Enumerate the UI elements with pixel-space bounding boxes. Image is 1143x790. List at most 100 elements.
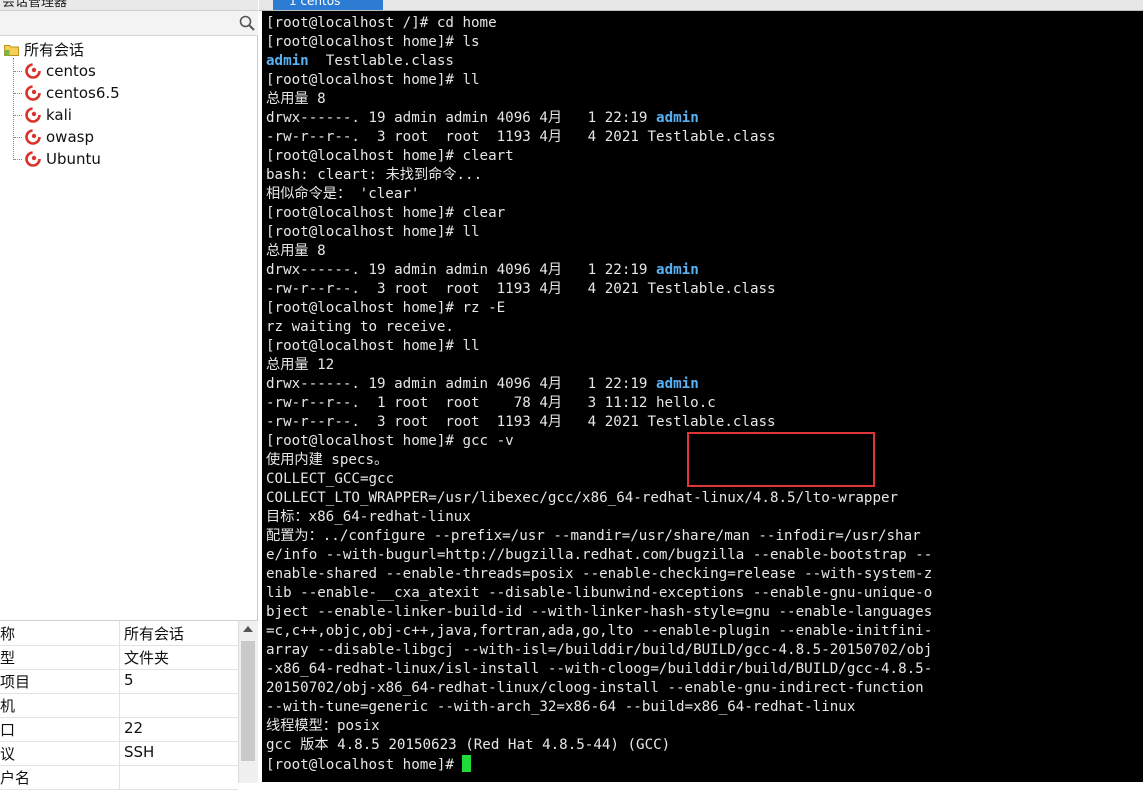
- terminal-line: -x86_64-redhat-linux/isl-install --with-…: [266, 660, 932, 679]
- terminal-text: 总用量 8: [266, 91, 326, 107]
- terminal-text: e/info --with-bugurl=http://bugzilla.red…: [266, 547, 933, 563]
- terminal-line: COLLECT_LTO_WRAPPER=/usr/libexec/gcc/x86…: [266, 489, 932, 508]
- terminal-text: rz waiting to receive.: [266, 319, 454, 335]
- session-tab-strip: 1 centos: [259, 0, 1143, 11]
- session-manager-title: 会话管理器: [2, 0, 68, 10]
- terminal-text: --with-tune=generic --with-arch_32=x86-6…: [266, 699, 856, 715]
- property-key: 称: [0, 625, 16, 643]
- terminal-line: [root@localhost /]# cd home: [266, 14, 932, 33]
- property-row: 项目 5: [0, 669, 238, 694]
- properties-scrollbar[interactable]: [238, 621, 258, 783]
- session-search-input[interactable]: [2, 13, 236, 33]
- session-item-owasp[interactable]: owasp: [14, 126, 94, 148]
- terminal-line: [root@localhost home]# cleart: [266, 147, 932, 166]
- terminal-line: array --disable-libgcj --with-isl=/build…: [266, 641, 932, 660]
- terminal-line: [root@localhost home]# gcc -v: [266, 432, 932, 451]
- session-item-ubuntu[interactable]: Ubuntu: [14, 148, 101, 170]
- terminal-text: bash: cleart: 未找到命令...: [266, 167, 483, 183]
- directory-name: admin: [656, 376, 699, 392]
- terminal-line: -rw-r--r--. 1 root root 78 4月 3 11:12 he…: [266, 394, 932, 413]
- terminal-text: Testlable.class: [308, 53, 454, 69]
- terminal-text: -rw-r--r--. 3 root root 1193 4月 4 2021 T…: [266, 129, 776, 145]
- terminal-line: 目标：x86_64-redhat-linux: [266, 508, 932, 527]
- terminal-text: 总用量 12: [266, 357, 335, 373]
- session-item-centos[interactable]: centos: [14, 60, 96, 82]
- session-item-label: Ubuntu: [46, 150, 101, 168]
- terminal-text: bject --enable-linker-build-id --with-li…: [266, 604, 933, 620]
- terminal-text: array --disable-libgcj --with-isl=/build…: [266, 642, 933, 658]
- property-key: 机: [0, 697, 16, 715]
- property-value: 22: [124, 719, 144, 737]
- terminal-line: [root@localhost home]# clear: [266, 204, 932, 223]
- terminal-text: =c,c++,objc,obj-c++,java,fortran,ada,go,…: [266, 623, 933, 639]
- terminal-line: drwx------. 19 admin admin 4096 4月 1 22:…: [266, 261, 932, 280]
- directory-name: admin: [656, 110, 699, 126]
- property-key: 户名: [0, 769, 31, 787]
- terminal-text: 相似命令是： 'clear': [266, 186, 420, 202]
- tree-root-label: 所有会话: [24, 40, 85, 59]
- session-swirl-icon: [25, 63, 41, 79]
- property-key: 口: [0, 721, 16, 739]
- terminal-line: [root@localhost home]# ll: [266, 223, 932, 242]
- session-manager-header: 会话管理器: [0, 0, 258, 11]
- terminal-text: [root@localhost home]# ll: [266, 72, 480, 88]
- terminal-text: enable-shared --enable-threads=posix --e…: [266, 566, 933, 582]
- tab-centos[interactable]: 1 centos: [273, 0, 383, 10]
- terminal-text: 线程模型：posix: [266, 718, 380, 734]
- terminal-line: 总用量 12: [266, 356, 932, 375]
- property-row: 议 SSH: [0, 741, 238, 766]
- property-divider: [119, 645, 120, 669]
- property-divider: [119, 717, 120, 741]
- terminal-text: 目标：x86_64-redhat-linux: [266, 509, 471, 525]
- terminal-line: [root@localhost home]# ll: [266, 71, 932, 90]
- scrollbar-thumb[interactable]: [241, 641, 255, 761]
- terminal-line: e/info --with-bugurl=http://bugzilla.red…: [266, 546, 932, 565]
- session-search-bar: [0, 11, 258, 36]
- property-row: 称 所有会话: [0, 621, 238, 646]
- terminal-text: [root@localhost home]# ll: [266, 338, 480, 354]
- terminal-text: drwx------. 19 admin admin 4096 4月 1 22:…: [266, 262, 657, 278]
- property-divider: [119, 669, 120, 693]
- session-swirl-icon: [25, 107, 41, 123]
- terminal-text: -rw-r--r--. 3 root root 1193 4月 4 2021 T…: [266, 414, 776, 430]
- terminal-text: 20150702/obj-x86_64-redhat-linux/cloog-i…: [266, 680, 924, 696]
- terminal-text: -rw-r--r--. 1 root root 78 4月 3 11:12 he…: [266, 395, 716, 411]
- terminal-text: [root@localhost home]# clear: [266, 205, 506, 221]
- terminal-line: -rw-r--r--. 3 root root 1193 4月 4 2021 T…: [266, 280, 932, 299]
- terminal-line: drwx------. 19 admin admin 4096 4月 1 22:…: [266, 109, 932, 128]
- search-icon[interactable]: [238, 14, 256, 32]
- terminal-line: [root@localhost home]# rz -E: [266, 299, 932, 318]
- session-item-centos6-5[interactable]: centos6.5: [14, 82, 120, 104]
- property-value: 文件夹: [124, 649, 170, 667]
- tree-connector: [14, 114, 22, 116]
- terminal-window[interactable]: [root@localhost /]# cd home [root@localho…: [262, 11, 1143, 782]
- terminal-line: [root@localhost home]#: [266, 755, 932, 774]
- terminal-text: gcc 版本 4.8.5 20150623 (Red Hat 4.8.5-44)…: [266, 737, 671, 753]
- terminal-line: --with-tune=generic --with-arch_32=x86-6…: [266, 698, 932, 717]
- folder-icon: [4, 44, 19, 56]
- terminal-line: 总用量 8: [266, 242, 932, 261]
- terminal-line: drwx------. 19 admin admin 4096 4月 1 22:…: [266, 375, 932, 394]
- terminal-text: 配置为：../configure --prefix=/usr --mandir=…: [266, 528, 921, 544]
- property-value: 所有会话: [124, 625, 185, 643]
- terminal-line: 线程模型：posix: [266, 717, 932, 736]
- terminal-text: 总用量 8: [266, 243, 326, 259]
- session-swirl-icon: [25, 85, 41, 101]
- session-item-kali[interactable]: kali: [14, 104, 72, 126]
- terminal-text: [root@localhost home]#: [266, 757, 463, 773]
- terminal-line: 配置为：../configure --prefix=/usr --mandir=…: [266, 527, 932, 546]
- directory-name: admin: [266, 53, 309, 69]
- property-divider: [119, 621, 120, 645]
- terminal-cursor: [462, 755, 472, 772]
- tree-connector: [14, 92, 22, 94]
- terminal-line: COLLECT_GCC=gcc: [266, 470, 932, 489]
- scroll-up-arrow-icon[interactable]: [243, 626, 253, 632]
- property-row: 机: [0, 693, 238, 718]
- terminal-line: [root@localhost home]# ls: [266, 33, 932, 52]
- session-tree: 所有会话 centos centos6.5 kali owasp Ubuntu: [0, 36, 258, 616]
- tree-root-all-sessions[interactable]: 所有会话: [4, 39, 84, 59]
- terminal-line: enable-shared --enable-threads=posix --e…: [266, 565, 932, 584]
- terminal-line: bject --enable-linker-build-id --with-li…: [266, 603, 932, 622]
- property-value: SSH: [124, 743, 155, 761]
- terminal-line: =c,c++,objc,obj-c++,java,fortran,ada,go,…: [266, 622, 932, 641]
